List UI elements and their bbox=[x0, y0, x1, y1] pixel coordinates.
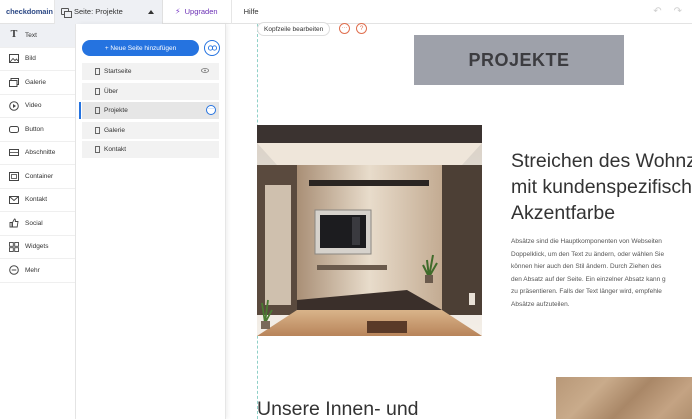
sidebar-item-label: Social bbox=[25, 219, 43, 227]
paragraph-line: Absätze sind die Hauptkomponenten von We… bbox=[511, 238, 662, 245]
more-icon bbox=[9, 265, 19, 276]
wood-photo[interactable] bbox=[556, 377, 692, 419]
page-select-dropdown[interactable]: Seite: Projekte bbox=[55, 0, 163, 24]
widgets-icon bbox=[9, 241, 19, 252]
page-title-box[interactable]: PROJEKTE bbox=[414, 35, 624, 85]
page-options-icon[interactable]: ··· bbox=[206, 105, 216, 116]
header-help-icon[interactable]: ? bbox=[356, 23, 367, 34]
sidebar-item-widgets[interactable]: Widgets bbox=[0, 236, 75, 259]
interior-photo[interactable] bbox=[257, 125, 482, 336]
sidebar-item-text[interactable]: T Text bbox=[0, 24, 75, 48]
page-item-startseite[interactable]: Startseite bbox=[82, 63, 219, 80]
active-page-marker bbox=[79, 102, 81, 119]
paragraph-line: zu präsentieren. Falls der Text länger w… bbox=[511, 288, 662, 295]
button-icon bbox=[9, 124, 19, 134]
sidebar-item-label: Bild bbox=[25, 55, 36, 63]
sidebar-item-label: Text bbox=[25, 31, 37, 39]
paragraph-line: Absätze aufzuteilen. bbox=[511, 300, 570, 308]
video-icon bbox=[9, 100, 19, 111]
page-icon bbox=[95, 107, 100, 115]
undo-icon[interactable]: ↶ bbox=[653, 6, 661, 17]
sidebar-item-more[interactable]: Mehr bbox=[0, 259, 75, 283]
page-item-ueber[interactable]: Über bbox=[82, 82, 219, 100]
section-paragraph[interactable]: Absätze sind die Hauptkomponenten von We… bbox=[511, 236, 691, 311]
upgrade-button[interactable]: ⚡ Upgraden bbox=[163, 0, 232, 24]
page-item-label: Über bbox=[104, 87, 119, 95]
container-icon bbox=[9, 171, 19, 181]
add-page-button[interactable]: + Neue Seite hinzufügen bbox=[82, 40, 199, 56]
sections-icon bbox=[9, 148, 19, 158]
gallery-icon bbox=[9, 77, 19, 87]
sidebar-item-gallery[interactable]: Galerie bbox=[0, 71, 75, 95]
sidebar-item-label: Galerie bbox=[25, 78, 46, 86]
element-sidebar: T Text Bild Galerie Video Button Abschni… bbox=[0, 24, 76, 419]
page-item-label: Galerie bbox=[104, 126, 125, 134]
edit-header-button[interactable]: Kopfzeile bearbeiten bbox=[257, 22, 331, 36]
heading-line: Streichen des Wohnz bbox=[511, 150, 692, 172]
redo-icon[interactable]: ↷ bbox=[674, 6, 682, 17]
page-icon bbox=[95, 126, 100, 134]
header-more-icon[interactable]: ··· bbox=[339, 23, 350, 34]
heading-line: mit kundenspezifisch bbox=[511, 176, 692, 198]
sidebar-item-sections[interactable]: Abschnitte bbox=[0, 142, 75, 165]
page-icon bbox=[95, 87, 100, 95]
sidebar-item-video[interactable]: Video bbox=[0, 95, 75, 118]
text-icon: T bbox=[10, 30, 18, 41]
sidebar-item-label: Abschnitte bbox=[25, 149, 56, 157]
page-item-label: Projekte bbox=[104, 107, 128, 115]
sidebar-item-label: Button bbox=[25, 125, 44, 133]
second-section-heading[interactable]: Unsere Innen- und bbox=[257, 398, 419, 419]
paragraph-line: Doppelklick, um den Text zu ändern, oder… bbox=[511, 250, 665, 258]
pages-panel: + Neue Seite hinzufügen Startseite Über … bbox=[76, 24, 226, 419]
top-bar: checkdomain Seite: Projekte ⚡ Upgraden H… bbox=[0, 0, 692, 24]
contact-icon bbox=[9, 195, 19, 205]
page-item-galerie[interactable]: Galerie bbox=[82, 121, 219, 139]
page-item-label: Kontakt bbox=[104, 146, 127, 154]
section-heading[interactable]: Streichen des Wohnz mit kundenspezifisch… bbox=[511, 148, 692, 226]
sidebar-item-label: Container bbox=[25, 172, 54, 180]
sidebar-item-image[interactable]: Bild bbox=[0, 48, 75, 71]
sidebar-item-label: Widgets bbox=[25, 243, 49, 251]
lightning-icon: ⚡ bbox=[175, 7, 181, 16]
page-select-label: Seite: Projekte bbox=[74, 7, 123, 16]
page-icon bbox=[95, 146, 100, 154]
link-icon[interactable] bbox=[204, 40, 220, 56]
sidebar-item-label: Kontakt bbox=[25, 196, 48, 204]
logo[interactable]: checkdomain bbox=[0, 0, 55, 24]
sidebar-item-container[interactable]: Container bbox=[0, 165, 75, 189]
help-menu[interactable]: Hilfe bbox=[232, 7, 259, 16]
page-item-projekte[interactable]: Projekte ··· bbox=[82, 102, 219, 120]
paragraph-line: können hier auch den Stil ändern. Durch … bbox=[511, 263, 662, 270]
image-icon bbox=[9, 54, 19, 64]
undo-redo-group: ↶ ↷ bbox=[653, 6, 682, 17]
hidden-eye-icon[interactable] bbox=[201, 68, 209, 75]
page-list: Startseite Über Projekte ··· Galerie Kon… bbox=[82, 63, 219, 161]
heading-line: Akzentfarbe bbox=[511, 202, 616, 224]
page-item-label: Startseite bbox=[104, 68, 132, 75]
sidebar-item-contact[interactable]: Kontakt bbox=[0, 189, 75, 212]
sidebar-item-social[interactable]: Social bbox=[0, 212, 75, 236]
thumbs-up-icon bbox=[9, 218, 19, 228]
sidebar-item-label: Mehr bbox=[25, 266, 40, 274]
page-item-kontakt[interactable]: Kontakt bbox=[82, 141, 219, 159]
paragraph-line: den Absatz auf der Seite. Ein einzelner … bbox=[511, 275, 666, 283]
pages-icon bbox=[61, 8, 72, 18]
page-icon bbox=[95, 68, 100, 75]
caret-up-icon bbox=[148, 9, 154, 14]
sidebar-item-label: Video bbox=[25, 102, 42, 110]
sidebar-item-button[interactable]: Button bbox=[0, 118, 75, 142]
upgrade-label: Upgraden bbox=[184, 7, 218, 16]
